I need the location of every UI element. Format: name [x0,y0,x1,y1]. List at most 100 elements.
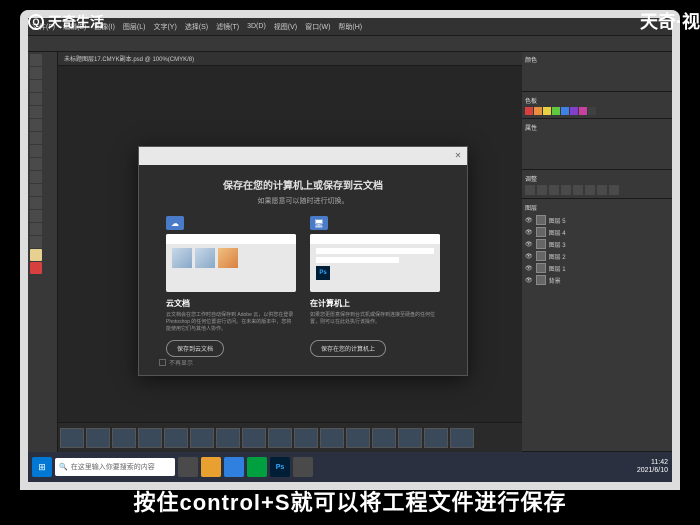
eyedropper-tool[interactable] [30,119,42,131]
menubar: 文件(F) 编辑(E) 图像(I) 图层(L) 文字(Y) 选择(S) 滤镜(T… [28,18,672,36]
adjustment-icon[interactable] [585,185,595,195]
menu-select[interactable]: 选择(S) [185,22,208,32]
timeline-frame[interactable] [320,428,344,448]
adjustments-panel: 调整 [522,171,672,199]
layer-row[interactable]: 👁背景 [525,274,669,286]
timeline-frame[interactable] [372,428,396,448]
swatch[interactable] [525,107,533,115]
adjustment-icon[interactable] [525,185,535,195]
eye-icon[interactable]: 👁 [525,277,533,284]
canvas-viewport[interactable]: ✕ 保存在您的计算机上或保存到云文档 如果愿意可以随时进行切换。 ☁ [58,66,522,422]
start-button[interactable]: ⊞ [32,457,52,477]
layer-name: 图层 5 [549,216,566,225]
eye-icon[interactable]: 👁 [525,253,533,260]
dialog-subtitle: 如果愿意可以随时进行切换。 [159,196,447,206]
wand-tool[interactable] [30,93,42,105]
taskbar-app[interactable] [201,457,221,477]
save-cloud-button[interactable]: 保存到云文档 [166,340,224,357]
layer-name: 图层 1 [549,264,566,273]
menu-filter[interactable]: 滤镜(T) [216,22,239,32]
timeline-frame[interactable] [398,428,422,448]
system-tray-time[interactable]: 11:42 2021/6/10 [637,459,668,476]
timeline-frame[interactable] [268,428,292,448]
brush-tool[interactable] [30,132,42,144]
layer-row[interactable]: 👁图层 2 [525,250,669,262]
adjustments-header: 调整 [525,174,669,183]
taskbar-app[interactable] [293,457,313,477]
timeline-frame[interactable] [424,428,448,448]
menu-layer[interactable]: 图层(L) [123,22,146,32]
dont-show-checkbox[interactable] [159,359,166,366]
timeline-frame[interactable] [112,428,136,448]
timeline-frame[interactable] [138,428,162,448]
layer-thumb [536,215,546,225]
timeline-frame[interactable] [346,428,370,448]
taskbar-search[interactable]: 🔍 在这里输入你要搜索的内容 [55,458,175,476]
eraser-tool[interactable] [30,158,42,170]
adjustment-icon[interactable] [537,185,547,195]
eye-icon[interactable]: 👁 [525,229,533,236]
pen-tool[interactable] [30,184,42,196]
menu-view[interactable]: 视图(V) [274,22,297,32]
menu-type[interactable]: 文字(Y) [153,22,176,32]
close-icon[interactable]: ✕ [453,151,463,161]
crop-tool[interactable] [30,106,42,118]
timeline-panel [58,422,522,452]
eye-icon[interactable]: 👁 [525,265,533,272]
swatch[interactable] [588,107,596,115]
shape-tool[interactable] [30,210,42,222]
stamp-tool[interactable] [30,145,42,157]
menu-3d[interactable]: 3D(D) [247,23,266,30]
timeline-frame[interactable] [294,428,318,448]
hand-tool[interactable] [30,223,42,235]
timeline-frame[interactable] [86,428,110,448]
swatch[interactable] [534,107,542,115]
adjustment-icon[interactable] [609,185,619,195]
adjustment-icon[interactable] [549,185,559,195]
adjustment-icon[interactable] [561,185,571,195]
gradient-tool[interactable] [30,171,42,183]
timeline-frame[interactable] [60,428,84,448]
eye-icon[interactable]: 👁 [525,241,533,248]
taskbar-app[interactable] [247,457,267,477]
cloud-icon: ☁ [166,216,184,230]
type-tool[interactable] [30,197,42,209]
timeline-frame[interactable] [190,428,214,448]
properties-header: 属性 [525,123,669,132]
foreground-color[interactable] [30,249,42,261]
layer-row[interactable]: 👁图层 3 [525,238,669,250]
layer-row[interactable]: 👁图层 4 [525,226,669,238]
document-tab[interactable]: 未标题图层17.CMYK副本.psd @ 100%(CMYK/8) [58,52,522,66]
swatch[interactable] [552,107,560,115]
search-placeholder: 在这里输入你要搜索的内容 [71,462,155,472]
computer-preview: Ps [310,234,440,292]
background-color[interactable] [30,262,42,274]
marquee-tool[interactable] [30,67,42,79]
move-tool[interactable] [30,54,42,66]
lasso-tool[interactable] [30,80,42,92]
menu-window[interactable]: 窗口(W) [305,22,330,32]
taskbar-app[interactable] [224,457,244,477]
swatch[interactable] [561,107,569,115]
dont-show-label: 不再显示 [169,358,193,367]
timeline-frame[interactable] [216,428,240,448]
adjustment-icon[interactable] [597,185,607,195]
timeline-frame[interactable] [450,428,474,448]
save-computer-button[interactable]: 保存在您的计算机上 [310,340,386,357]
swatch[interactable] [579,107,587,115]
swatch[interactable] [543,107,551,115]
timeline-frame[interactable] [242,428,266,448]
adjustment-icon[interactable] [573,185,583,195]
screen: 文件(F) 编辑(E) 图像(I) 图层(L) 文字(Y) 选择(S) 滤镜(T… [28,18,672,482]
timeline-frame[interactable] [164,428,188,448]
layer-row[interactable]: 👁 图层 1 [525,262,669,274]
eye-icon[interactable]: 👁 [525,217,533,224]
layer-thumb [536,251,546,261]
layer-row[interactable]: 👁 图层 5 [525,214,669,226]
photoshop-taskbar-icon[interactable]: Ps [270,457,290,477]
menu-help[interactable]: 帮助(H) [338,22,362,32]
taskbar-app[interactable] [178,457,198,477]
zoom-tool[interactable] [30,236,42,248]
brand-logo-icon: Q [28,14,44,30]
swatch[interactable] [570,107,578,115]
